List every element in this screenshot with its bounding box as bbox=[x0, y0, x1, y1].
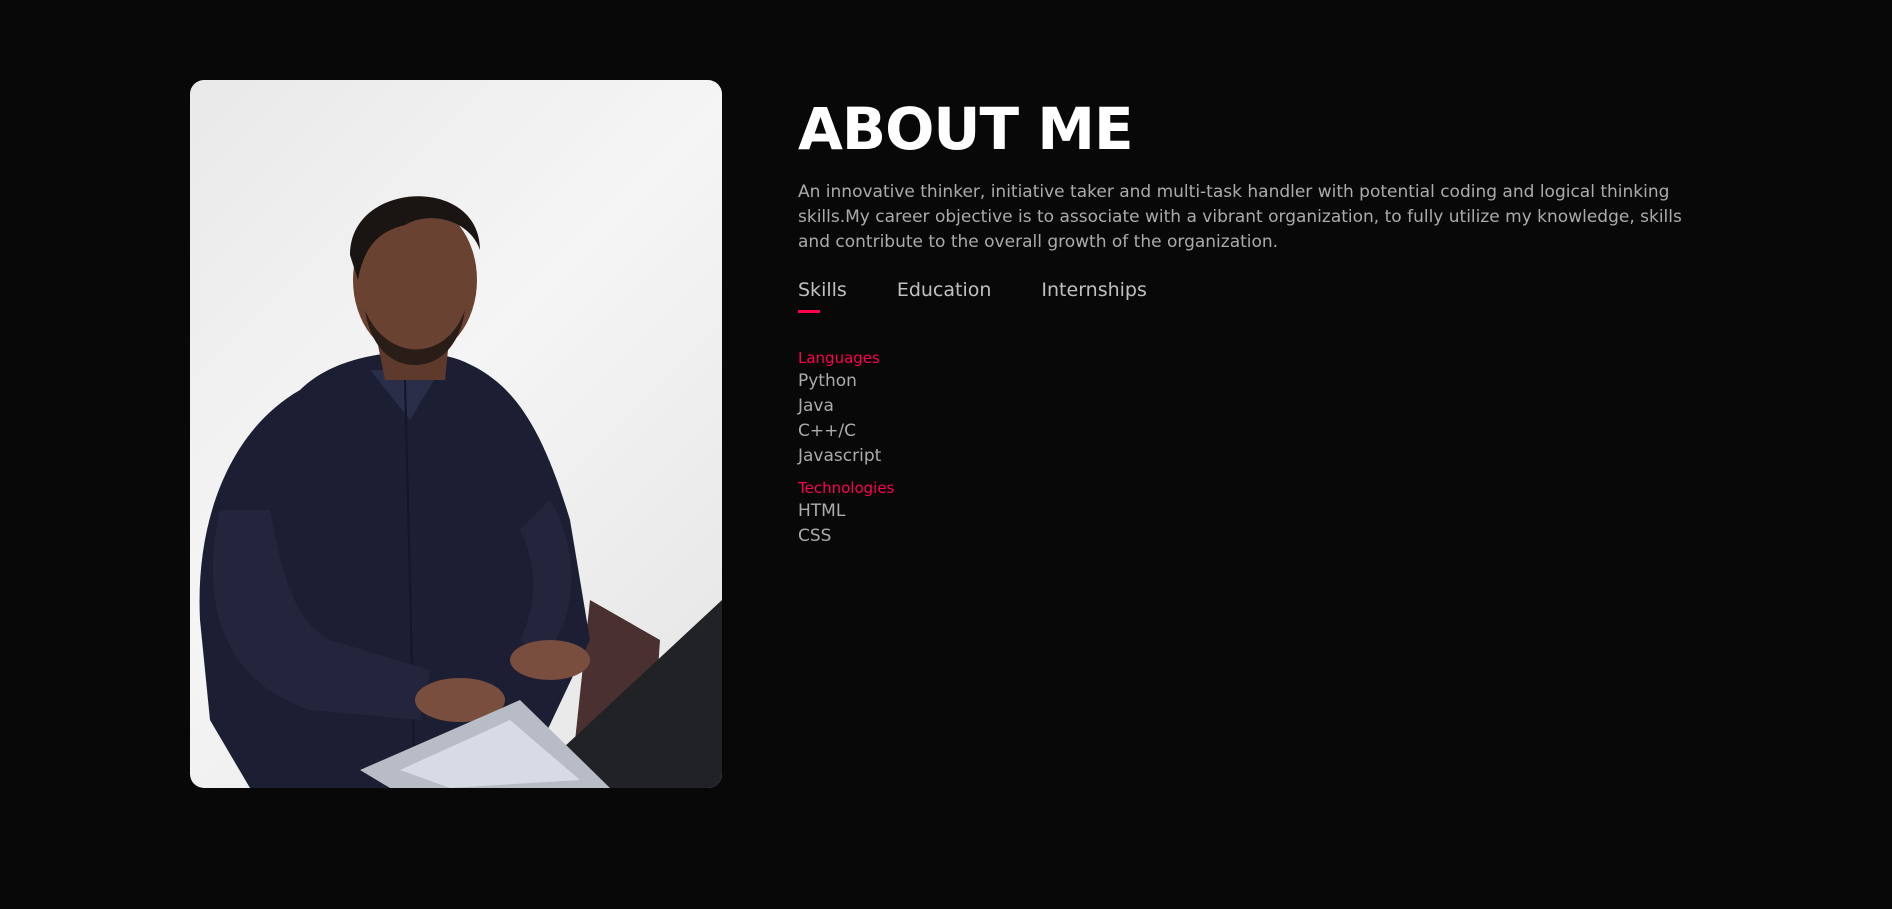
about-section: ABOUT ME An innovative thinker, initiati… bbox=[190, 80, 1698, 788]
person-illustration bbox=[199, 196, 722, 788]
list-item: HTML bbox=[798, 501, 846, 521]
profile-photo bbox=[190, 80, 722, 788]
tab-bar: Skills Education Internships bbox=[798, 279, 1698, 313]
list-item: Java bbox=[798, 396, 834, 416]
about-intro-text: An innovative thinker, initiative taker … bbox=[798, 182, 1682, 252]
skill-group-title: Languages bbox=[798, 349, 880, 367]
list-item: Javascript bbox=[798, 446, 882, 466]
list-item: CSS bbox=[798, 526, 832, 546]
tab-education[interactable]: Education bbox=[897, 279, 992, 307]
list-item: C++/C bbox=[798, 421, 856, 441]
skills-panel: Languages Python Java C++/C Javascript T… bbox=[798, 347, 1698, 549]
list-item: Python bbox=[798, 371, 857, 391]
skill-group-languages: Languages Python Java C++/C Javascript bbox=[798, 347, 1698, 469]
page-title: ABOUT ME bbox=[798, 95, 1134, 163]
tab-internships[interactable]: Internships bbox=[1041, 279, 1146, 307]
about-content: ABOUT ME An innovative thinker, initiati… bbox=[798, 80, 1698, 557]
skill-group-title: Technologies bbox=[798, 479, 895, 497]
tab-skills[interactable]: Skills bbox=[798, 279, 847, 313]
skill-group-technologies: Technologies HTML CSS bbox=[798, 477, 1698, 549]
